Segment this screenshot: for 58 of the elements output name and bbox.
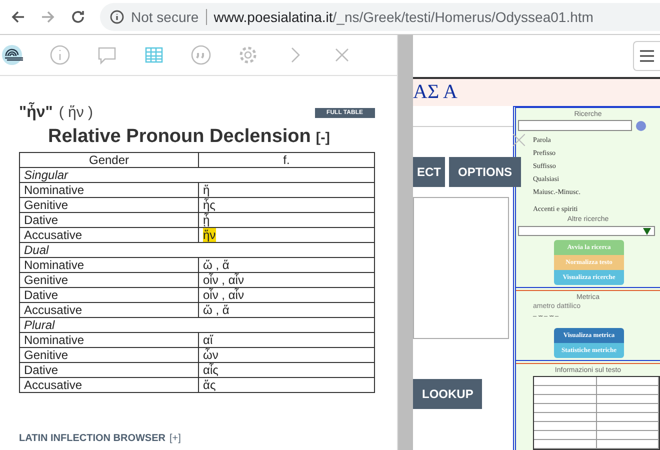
url-text: www.poesialatina.it/_ns/Greek/testi/Homerus/Odyssea01.htm [214,9,594,25]
form-text: ᾗ [203,213,210,227]
quote-icon[interactable] [190,44,212,66]
word-text: "ἧν" [19,104,53,122]
case-cell: Nominative [20,258,198,272]
case-cell: Genitive [20,198,198,212]
lookup-button[interactable]: LOOKUP [413,379,482,409]
form-text: ἥ [203,183,210,197]
search-select[interactable] [518,226,655,236]
case-cell: Accusative [20,228,198,242]
form-text: ὥ , ἅ [203,258,230,272]
number-label: Singular [20,168,374,182]
case-cell: Accusative [20,378,198,392]
number-label: Dual [20,242,374,258]
number-label: Plural [20,318,374,332]
collapse-toggle[interactable]: [-] [316,129,330,145]
address-bar[interactable]: Not secure www.poesialatina.it/_ns/Greek/testi/Homerus/Odyssea01.htm [100,3,660,31]
form-text: αἵ [203,333,213,347]
lemma-text: ( ἥν ) [58,104,94,121]
declension-heading: Relative Pronoun Declension [48,126,311,148]
form-text: ὥ , ἅ [203,303,230,317]
dialog-button[interactable]: ECT [413,157,445,187]
logo-icon[interactable] [2,44,24,66]
case-cell: Nominative [20,332,198,348]
case-cell: Accusative [20,302,198,318]
form-text: ἅς [203,378,216,392]
section-link[interactable]: LATIN INFLECTION BROWSER [19,433,166,444]
case-cell: Genitive [20,272,198,288]
help-icon[interactable] [636,120,646,130]
reload-icon[interactable] [70,9,86,25]
dropdown-arrow-icon [643,228,651,234]
form-text: οἷν , αἷν [203,273,244,287]
column-header: Gender [20,152,198,168]
page-title: ΑΣ Α [413,81,458,104]
menu-icon [640,50,654,62]
case-cell: Genitive [20,348,198,362]
text-area[interactable] [413,197,509,339]
back-icon[interactable] [10,9,26,25]
form-text: ἥν [203,228,216,242]
forward-icon[interactable] [40,9,56,25]
expand-toggle[interactable]: [+] [169,433,181,444]
form-text: ὧν [203,348,218,362]
case-cell: Dative [20,362,198,378]
form-text: ἧς [203,198,216,212]
close-icon[interactable] [513,134,525,146]
case-cell: Nominative [20,182,198,198]
case-cell: Dative [20,212,198,228]
settings-icon[interactable] [237,44,259,66]
scrollbar[interactable] [397,35,413,450]
case-cell: Dative [20,288,198,302]
form-text: οἷν , αἷν [203,288,244,302]
search-field[interactable] [518,120,632,131]
info-icon[interactable] [110,10,124,24]
column-header: f. [198,152,374,168]
security-label: Not secure [131,9,199,25]
dialog-button[interactable]: OPTIONS [449,157,522,187]
form-text: αἷς [203,363,218,377]
menu-button[interactable] [633,41,660,72]
